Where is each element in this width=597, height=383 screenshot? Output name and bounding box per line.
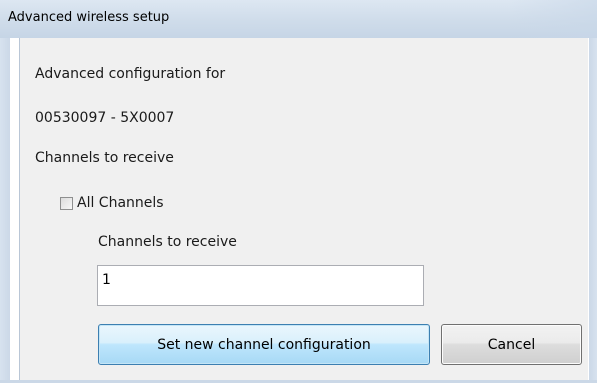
channels-input[interactable]: 1 [97, 265, 424, 306]
all-channels-option[interactable]: All Channels [60, 193, 164, 213]
channels-section-label: Channels to receive [35, 150, 174, 166]
cancel-button[interactable]: Cancel [441, 324, 582, 365]
advanced-wireless-setup-window: Advanced wireless setup Advanced configu… [0, 0, 597, 383]
all-channels-checkbox[interactable] [60, 196, 73, 210]
window-frame-right [589, 38, 597, 383]
title-bar[interactable]: Advanced wireless setup [0, 0, 597, 38]
all-channels-label[interactable]: All Channels [77, 195, 164, 211]
heading-label: Advanced configuration for [35, 66, 226, 82]
window-title: Advanced wireless setup [8, 10, 170, 25]
window-frame-left [0, 38, 10, 383]
title-bar-glass [507, 0, 597, 38]
device-id-label: 00530097 - 5X0007 [35, 110, 175, 126]
set-channel-configuration-button[interactable]: Set new channel configuration [98, 324, 430, 365]
channels-field-label: Channels to receive [98, 234, 237, 250]
